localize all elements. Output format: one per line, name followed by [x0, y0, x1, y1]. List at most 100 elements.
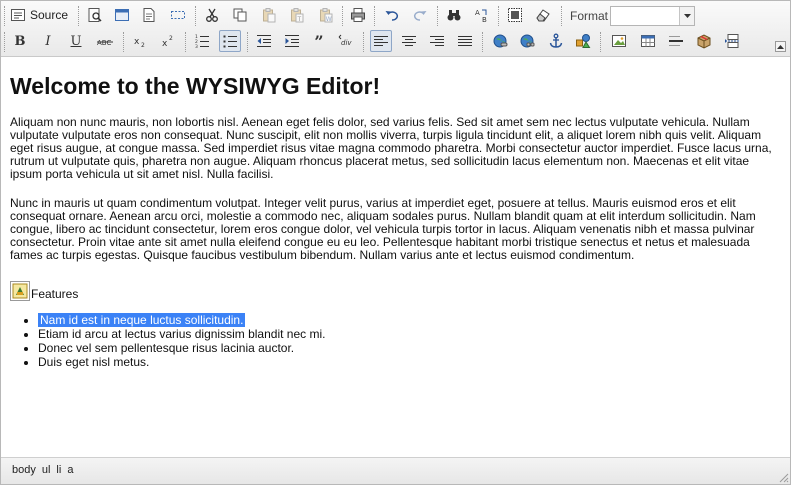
strikethrough-button[interactable]: ABC: [94, 30, 116, 52]
printer-icon: [351, 8, 365, 22]
align-center-button[interactable]: [398, 30, 420, 52]
image-button[interactable]: [608, 30, 630, 52]
svg-text:x: x: [162, 39, 168, 49]
replace-icon: A B: [475, 9, 487, 23]
indent-icon: [285, 35, 299, 47]
quote-icon: ”: [314, 31, 324, 51]
element-path: body ul li a: [9, 463, 76, 477]
find-button[interactable]: [443, 4, 465, 26]
paste-icon: [263, 8, 276, 23]
cut-button[interactable]: [201, 4, 223, 26]
toolbar-grip: [78, 6, 81, 26]
unlink-button[interactable]: [516, 30, 538, 52]
paste-button[interactable]: [258, 4, 280, 26]
preview-button[interactable]: [84, 4, 106, 26]
align-center-icon: [402, 36, 416, 46]
maximize-button[interactable]: [111, 4, 133, 26]
toolbar-grip: [247, 32, 250, 52]
anchor-button[interactable]: [545, 30, 567, 52]
chevron-down-icon[interactable]: [679, 7, 694, 25]
copy-button[interactable]: [229, 4, 251, 26]
svg-text:ABC: ABC: [97, 39, 111, 47]
align-left-button[interactable]: [370, 30, 392, 52]
resize-grip-icon[interactable]: [777, 471, 789, 483]
toolbar-grip: [498, 6, 501, 26]
content-heading: Welcome to the WYSIWYG Editor!: [10, 73, 381, 99]
source-label: Source: [30, 8, 69, 22]
features-list: Nam id est in neque luctus sollicitudin.…: [10, 313, 325, 369]
list-item: Nam id est in neque luctus sollicitudin.: [38, 313, 325, 327]
list-item: Donec vel sem pellentesque risus lacinia…: [38, 341, 325, 355]
remove-format-button[interactable]: [532, 4, 554, 26]
toolbar-grip: [561, 6, 564, 26]
underline-button[interactable]: U: [65, 30, 87, 52]
content-paragraph-1: Aliquam non nunc mauris, non lobortis ni…: [10, 115, 772, 181]
link-button[interactable]: [489, 30, 511, 52]
toolbar-grip: [437, 6, 440, 26]
svg-text:2: 2: [141, 42, 145, 49]
svg-text:div: div: [341, 39, 352, 47]
page-break-button[interactable]: [721, 30, 743, 52]
toolbar-grip: [4, 32, 7, 52]
content-paragraph-2: Nunc in mauris ut quam condimentum volut…: [10, 196, 756, 262]
path-item-ul[interactable]: ul: [39, 463, 54, 477]
italic-icon: I: [45, 33, 51, 49]
source-icon: [11, 9, 25, 21]
horizontal-rule-icon: [669, 36, 683, 46]
format-label: Format: [570, 9, 609, 23]
blockquote-button[interactable]: ”: [308, 30, 330, 52]
replace-button[interactable]: A B: [471, 4, 493, 26]
format-select[interactable]: [610, 6, 695, 26]
numbered-list-icon: 1 2 3: [195, 34, 209, 49]
image-icon: [612, 35, 626, 47]
bold-button[interactable]: B: [9, 30, 31, 52]
svg-text:B: B: [482, 16, 487, 23]
decrease-indent-button[interactable]: [253, 30, 275, 52]
align-right-button[interactable]: [426, 30, 448, 52]
selected-link[interactable]: Nam id est in neque luctus sollicitudin.: [38, 313, 246, 327]
path-item-body[interactable]: body: [9, 463, 39, 477]
status-bar: body ul li a: [1, 457, 790, 484]
paste-text-icon: T: [291, 8, 304, 23]
toolbar-grip: [363, 32, 366, 52]
superscript-button[interactable]: x 2: [157, 30, 179, 52]
unlink-globe-icon: [520, 34, 535, 48]
list-item: Etiam id arcu at lectus varius dignissim…: [38, 327, 325, 341]
increase-indent-button[interactable]: [281, 30, 303, 52]
editor-content-area[interactable]: Welcome to the WYSIWYG Editor! Aliquam n…: [1, 57, 790, 457]
table-icon: [641, 35, 655, 47]
toolbar-grip: [185, 32, 188, 52]
eraser-icon: [536, 9, 550, 22]
undo-icon: [385, 11, 399, 21]
justify-button[interactable]: [454, 30, 476, 52]
window-icon: [115, 9, 129, 21]
paste-text-button[interactable]: T: [286, 4, 308, 26]
collapse-toolbar-button[interactable]: [775, 41, 786, 52]
svg-text:x: x: [134, 37, 140, 47]
source-button[interactable]: Source: [10, 4, 72, 26]
features-image-icon[interactable]: [10, 281, 30, 301]
horizontal-rule-button[interactable]: [665, 30, 687, 52]
create-div-button[interactable]: div: [336, 30, 358, 52]
subscript-button[interactable]: x 2: [129, 30, 151, 52]
redo-button[interactable]: [409, 4, 431, 26]
special-char-button[interactable]: [693, 30, 715, 52]
print-button[interactable]: [347, 4, 369, 26]
show-blocks-button[interactable]: [167, 4, 189, 26]
templates-button[interactable]: [138, 4, 160, 26]
bold-icon: B: [14, 33, 26, 49]
undo-button[interactable]: [381, 4, 403, 26]
insert-object-button[interactable]: [572, 30, 594, 52]
list-item: Duis eget nisl metus.: [38, 355, 325, 369]
italic-button[interactable]: I: [37, 30, 59, 52]
path-item-a[interactable]: a: [64, 463, 76, 477]
bulleted-list-button[interactable]: [219, 30, 241, 52]
table-button[interactable]: [637, 30, 659, 52]
path-item-li[interactable]: li: [53, 463, 64, 477]
numbered-list-button[interactable]: 1 2 3: [191, 30, 213, 52]
paste-word-button[interactable]: W: [315, 4, 337, 26]
select-all-icon: [508, 8, 522, 22]
paste-word-icon: W: [320, 8, 333, 23]
select-all-button[interactable]: [504, 4, 526, 26]
svg-text:3: 3: [195, 44, 198, 49]
